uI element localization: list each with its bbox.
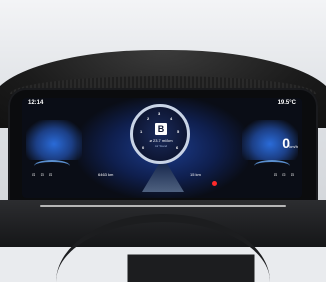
warning-light-icon xyxy=(212,181,217,186)
rpm-tick-label: 5 xyxy=(177,129,180,134)
range-readout: ø 23.7 mi/km xyxy=(149,138,173,143)
outside-temperature: 19.5°C xyxy=(277,100,296,106)
rpm-tick-label: 2 xyxy=(147,116,150,121)
left-gauge-arc xyxy=(34,160,70,172)
clock-readout: 12:14 xyxy=(28,100,44,106)
range-subtitle: Air Stand xyxy=(154,144,168,148)
rpm-gauge: 0 1 2 3 4 5 6 B ø 23.7 mi/km Air Stand xyxy=(130,104,190,164)
left-gauge-panel xyxy=(26,120,82,162)
fuel-range-readout: 15 km xyxy=(190,172,201,177)
instrument-cluster-screen: 12:14 19.5°C 0 1 2 3 4 5 6 B ø 23.7 mi/k… xyxy=(22,98,302,198)
rpm-tick-label: 3 xyxy=(158,111,161,116)
right-status-icons: ⊡ ⊡ ⊡ xyxy=(273,172,296,177)
trim-highlight xyxy=(40,205,286,207)
speed-unit: km/h xyxy=(289,144,298,149)
left-status-icons: ⊡ ⊡ ⊡ xyxy=(32,172,55,177)
odometer-readout: 6463 km xyxy=(98,172,114,177)
rpm-tick-label: 1 xyxy=(140,129,143,134)
gear-indicator: B xyxy=(155,123,167,135)
rpm-tick-label: 4 xyxy=(170,116,173,121)
right-gauge-arc xyxy=(254,160,290,172)
